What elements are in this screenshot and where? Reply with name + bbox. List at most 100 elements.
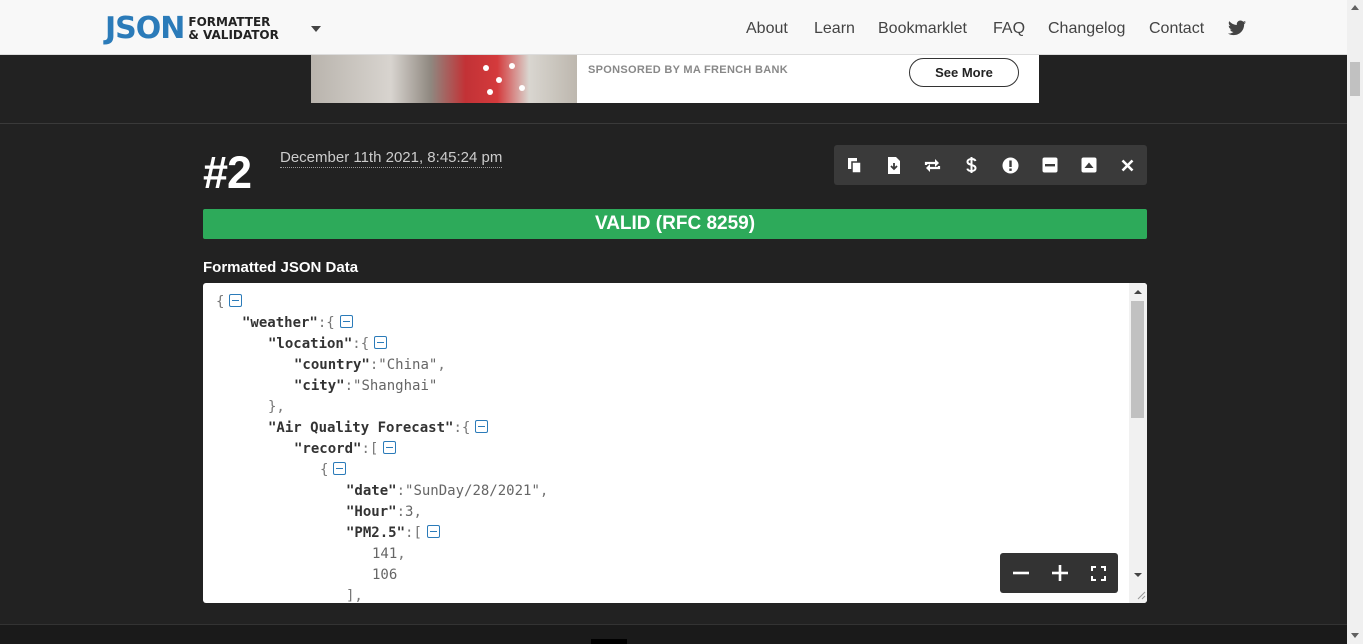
json-value: "SunDay/28/2021" [405,483,540,499]
copy-icon[interactable] [835,145,874,185]
json-punctuation: : [344,378,354,394]
json-punctuation: { [320,462,329,478]
json-value: "Shanghai" [353,378,438,394]
nav-learn[interactable]: Learn [814,20,855,38]
code-line: 106 [372,565,397,586]
json-punctuation: :{ [453,420,471,436]
page-scrollbar[interactable] [1347,0,1363,644]
json-key: "city" [294,378,345,394]
validation-status-banner: VALID (RFC 8259) [203,209,1147,239]
json-punctuation: , [539,483,549,499]
code-line: "country":"China", [294,355,446,376]
json-punctuation: , [437,357,446,373]
repeat-icon[interactable] [913,145,952,185]
json-key: "country" [294,357,370,373]
json-punctuation: :[ [361,441,379,457]
logo-subtitle: FORMATTER & VALIDATOR [188,16,278,42]
json-punctuation: :{ [352,336,370,352]
json-punctuation: : [396,504,406,520]
code-line: 141, [372,544,406,565]
logo-json-text: JSON [105,11,185,46]
top-navbar: JSON FORMATTER & VALIDATOR About Learn B… [0,0,1347,55]
json-punctuation: :[ [405,525,422,541]
code-line: "date":"SunDay/28/2021", [346,481,548,502]
json-key: "record" [294,441,362,457]
code-line: "PM2.5":[ [346,523,440,544]
site-logo[interactable]: JSON FORMATTER & VALIDATOR [105,14,279,44]
json-value: 141 [372,546,398,562]
nav-faq[interactable]: FAQ [993,20,1025,38]
code-line: "Air Quality Forecast":{ [268,418,489,439]
collapse-node-icon[interactable] [339,315,353,328]
json-key: "PM2.5" [346,525,406,541]
collapse-node-icon[interactable] [426,525,440,538]
json-punctuation: }, [268,399,285,415]
json-punctuation: ], [346,588,363,603]
nav-about[interactable]: About [746,20,788,38]
json-punctuation: { [216,294,225,310]
formatted-json-label: Formatted JSON Data [203,259,359,276]
json-key: "Hour" [346,504,397,520]
code-line: "record":[ [294,439,397,460]
twitter-icon[interactable] [1228,20,1246,36]
json-key: "date" [346,483,397,499]
collapse-icon[interactable] [1069,145,1108,185]
zoom-controls [1000,553,1118,593]
code-line: { [320,460,347,481]
code-line: "weather":{ [242,313,353,334]
section-divider [0,123,1347,124]
entry-timestamp: December 11th 2021, 8:45:24 pm [280,149,503,168]
entry-number: #2 [203,147,252,198]
json-punctuation: :{ [317,315,335,331]
code-line: ], [346,586,363,603]
code-line: }, [268,397,285,418]
bottom-tab [591,639,627,644]
entry-toolbar [834,145,1147,185]
editor-scroll-down-icon[interactable] [1134,573,1142,577]
fullscreen-icon[interactable] [1079,553,1118,593]
page-scroll-thumb[interactable] [1350,62,1360,96]
json-punctuation: , [413,504,422,520]
editor-scroll-up-icon[interactable] [1134,290,1142,294]
json-punctuation: , [397,546,406,562]
ad-banner[interactable]: SPONSORED BY MA FRENCH BANK See More [311,55,1039,103]
json-key: "Air Quality Forecast" [268,420,454,436]
dropdown-caret-icon[interactable] [311,26,321,32]
collapse-node-icon[interactable] [475,420,489,433]
ad-see-more-button[interactable]: See More [909,58,1019,87]
editor-scrollbar[interactable] [1129,283,1147,603]
json-editor[interactable]: {"weather":{"location":{"country":"China… [203,283,1147,603]
json-value: 106 [372,567,398,583]
collapse-node-icon[interactable] [383,441,397,454]
minimize-icon[interactable] [1030,145,1069,185]
zoom-out-icon[interactable] [1001,553,1040,593]
dollar-icon[interactable] [952,145,991,185]
code-line: "location":{ [268,334,388,355]
json-punctuation: : [396,483,406,499]
nav-bookmarklet[interactable]: Bookmarklet [878,20,967,38]
zoom-in-icon[interactable] [1040,553,1079,593]
json-key: "weather" [242,315,318,331]
download-icon[interactable] [874,145,913,185]
logo-line-2: & VALIDATOR [188,28,279,42]
logo-line-1: FORMATTER [188,15,271,29]
editor-scroll-thumb[interactable] [1131,301,1144,418]
ad-sponsor-text: SPONSORED BY MA FRENCH BANK [588,64,789,76]
json-value: "China" [378,357,438,373]
json-key: "location" [268,336,353,352]
ad-image [311,55,577,103]
collapse-node-icon[interactable] [229,294,243,307]
nav-contact[interactable]: Contact [1149,20,1204,38]
scroll-up-arrow-icon[interactable] [1351,5,1359,10]
resize-handle-icon[interactable] [1136,590,1146,600]
nav-changelog[interactable]: Changelog [1048,20,1125,38]
code-line: { [216,292,243,313]
collapse-node-icon[interactable] [374,336,388,349]
bottom-strip [0,624,1347,644]
close-icon[interactable] [1108,145,1147,185]
scroll-down-arrow-icon[interactable] [1351,633,1359,638]
alert-icon[interactable] [991,145,1030,185]
code-line: "city":"Shanghai" [294,376,437,397]
code-line: "Hour":3, [346,502,422,523]
collapse-node-icon[interactable] [333,462,347,475]
